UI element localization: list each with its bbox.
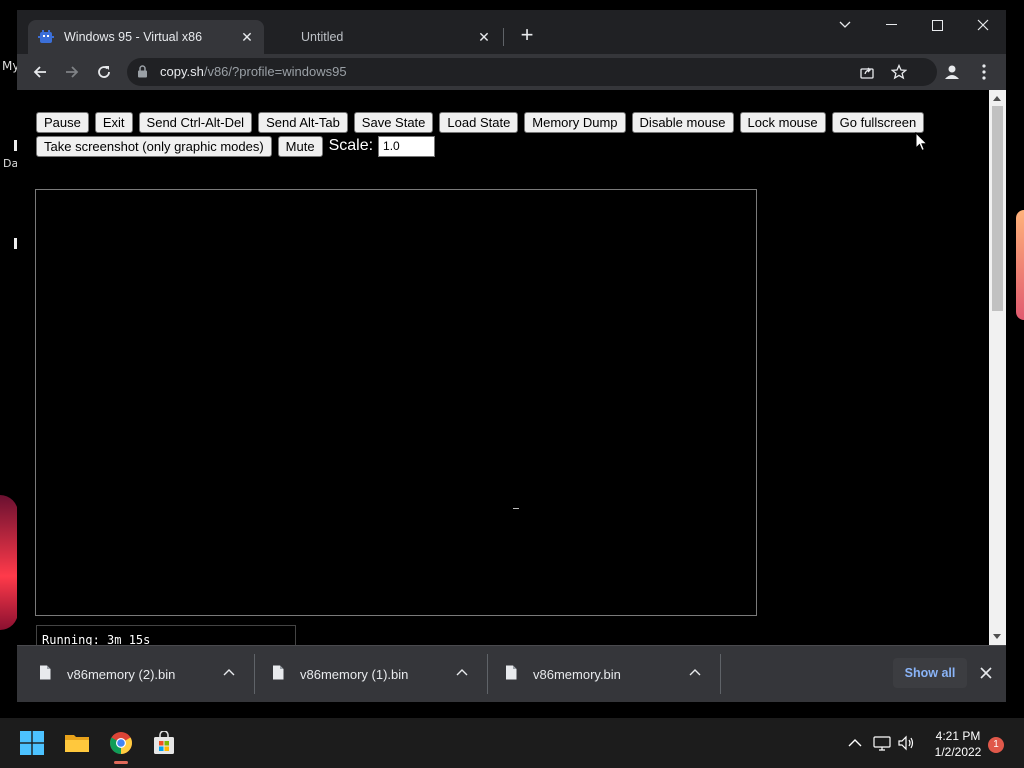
system-clock[interactable]: 4:21 PM 1/2/2022 xyxy=(920,728,996,760)
disable-mouse-button[interactable]: Disable mouse xyxy=(631,111,734,133)
download-shelf: v86memory (2).bin v86memory (1).bin v86m… xyxy=(17,645,1006,702)
send-ctrl-alt-del-button[interactable]: Send Ctrl-Alt-Del xyxy=(138,111,253,133)
file-icon xyxy=(506,665,517,680)
download-filename: v86memory (2).bin xyxy=(67,667,176,682)
tab-search-button[interactable] xyxy=(822,10,868,40)
start-button[interactable] xyxy=(15,726,49,760)
chevron-up-icon[interactable] xyxy=(846,735,864,751)
back-button[interactable] xyxy=(27,59,53,85)
file-explorer-button[interactable] xyxy=(60,726,94,760)
chevron-up-icon[interactable] xyxy=(456,668,468,676)
back-arrow-icon xyxy=(33,66,46,78)
close-icon[interactable] xyxy=(978,665,994,681)
close-tab-icon[interactable]: ✕ xyxy=(476,29,492,45)
scroll-up-icon[interactable] xyxy=(993,96,1001,101)
download-item[interactable]: v86memory (2).bin xyxy=(17,654,249,694)
browser-window: Windows 95 - Virtual x86 ✕ Untitled ✕ + xyxy=(17,10,1006,702)
clock-time: 4:21 PM xyxy=(935,729,981,743)
file-icon xyxy=(40,665,51,680)
lock-icon xyxy=(138,65,147,78)
controls-row-2: Take screenshot (only graphic modes) Mut… xyxy=(36,135,986,157)
download-filename: v86memory.bin xyxy=(533,667,621,682)
forward-button[interactable] xyxy=(59,59,85,85)
page-scrollbar[interactable] xyxy=(989,90,1006,645)
send-alt-tab-button[interactable]: Send Alt-Tab xyxy=(258,111,348,133)
clock-date: 1/2/2022 xyxy=(934,745,982,759)
profile-icon[interactable] xyxy=(943,63,961,81)
download-item[interactable]: v86memory.bin xyxy=(483,654,715,694)
minimize-button[interactable] xyxy=(868,10,914,40)
maximize-icon xyxy=(931,19,943,31)
tab-untitled[interactable]: Untitled ✕ xyxy=(289,20,501,54)
text-cursor xyxy=(513,508,519,509)
close-window-button[interactable] xyxy=(960,10,1006,40)
scale-label: Scale: xyxy=(328,137,374,154)
url-text: copy.sh/v86/?profile=windows95 xyxy=(160,64,347,79)
desktop-icon-label: Da xyxy=(3,157,19,170)
menu-dots-icon[interactable] xyxy=(975,63,993,81)
file-icon xyxy=(273,665,284,680)
network-icon[interactable] xyxy=(873,735,891,751)
forward-arrow-icon xyxy=(66,66,79,78)
bookmark-star-icon[interactable] xyxy=(891,64,907,80)
store-button[interactable] xyxy=(147,726,181,760)
close-tab-icon[interactable]: ✕ xyxy=(239,29,255,45)
download-item[interactable]: v86memory (1).bin xyxy=(250,654,482,694)
taskbar: 4:21 PM 1/2/2022 1 xyxy=(0,718,1024,768)
browser-toolbar: copy.sh/v86/?profile=windows95 xyxy=(17,54,1006,90)
pause-button[interactable]: Pause xyxy=(36,111,89,133)
scale-input[interactable] xyxy=(378,135,436,157)
mute-button[interactable]: Mute xyxy=(277,135,323,157)
page-content: Pause Exit Send Ctrl-Alt-Del Send Alt-Ta… xyxy=(17,90,989,645)
close-icon xyxy=(977,19,989,31)
active-app-indicator xyxy=(114,761,128,764)
memory-dump-button[interactable]: Memory Dump xyxy=(524,111,626,133)
reload-button[interactable] xyxy=(91,59,117,85)
emulator-screen[interactable] xyxy=(35,189,757,616)
download-filename: v86memory (1).bin xyxy=(300,667,409,682)
share-icon[interactable] xyxy=(859,64,875,80)
volume-icon[interactable] xyxy=(897,735,915,751)
chrome-icon xyxy=(110,732,132,754)
chrome-button[interactable] xyxy=(104,726,138,760)
file-explorer-icon xyxy=(65,735,89,752)
download-divider xyxy=(720,654,721,694)
controls-row-1: Pause Exit Send Ctrl-Alt-Del Send Alt-Ta… xyxy=(36,111,986,133)
show-all-downloads-button[interactable]: Show all xyxy=(893,658,967,688)
maximize-button[interactable] xyxy=(914,10,960,40)
runtime-status: Running: 3m 15s xyxy=(36,625,296,645)
chevron-up-icon[interactable] xyxy=(223,668,235,676)
chevron-up-icon[interactable] xyxy=(689,668,701,676)
mouse-pointer-icon xyxy=(915,132,929,152)
wallpaper-fragment xyxy=(1016,210,1024,320)
scroll-thumb[interactable] xyxy=(992,106,1003,311)
go-fullscreen-button[interactable]: Go fullscreen xyxy=(831,111,925,133)
start-icon xyxy=(20,731,44,755)
notification-badge[interactable]: 1 xyxy=(988,737,1004,753)
save-state-button[interactable]: Save State xyxy=(353,111,434,133)
chevron-down-icon xyxy=(839,21,851,28)
take-screenshot-button[interactable]: Take screenshot (only graphic modes) xyxy=(36,135,272,157)
minimize-icon xyxy=(885,24,897,25)
tab-strip: Windows 95 - Virtual x86 ✕ Untitled ✕ + xyxy=(17,10,1006,54)
lock-mouse-button[interactable]: Lock mouse xyxy=(739,111,826,133)
emulator-controls: Pause Exit Send Ctrl-Alt-Del Send Alt-Ta… xyxy=(36,111,986,159)
tab-title: Windows 95 - Virtual x86 xyxy=(64,30,203,44)
tab-title: Untitled xyxy=(301,30,344,44)
v86-favicon-icon xyxy=(38,30,54,43)
scroll-down-icon[interactable] xyxy=(993,634,1001,639)
store-icon xyxy=(154,731,174,754)
exit-button[interactable]: Exit xyxy=(94,111,133,133)
url-path: /v86/?profile=windows95 xyxy=(203,64,347,79)
reload-icon xyxy=(98,66,110,78)
tab-windows95[interactable]: Windows 95 - Virtual x86 ✕ xyxy=(28,20,264,54)
tab-divider xyxy=(503,28,504,46)
new-tab-button[interactable]: + xyxy=(516,24,538,47)
wallpaper-fragment xyxy=(0,495,18,630)
load-state-button[interactable]: Load State xyxy=(439,111,519,133)
url-host: copy.sh xyxy=(160,64,204,79)
address-bar[interactable]: copy.sh/v86/?profile=windows95 xyxy=(127,58,937,86)
